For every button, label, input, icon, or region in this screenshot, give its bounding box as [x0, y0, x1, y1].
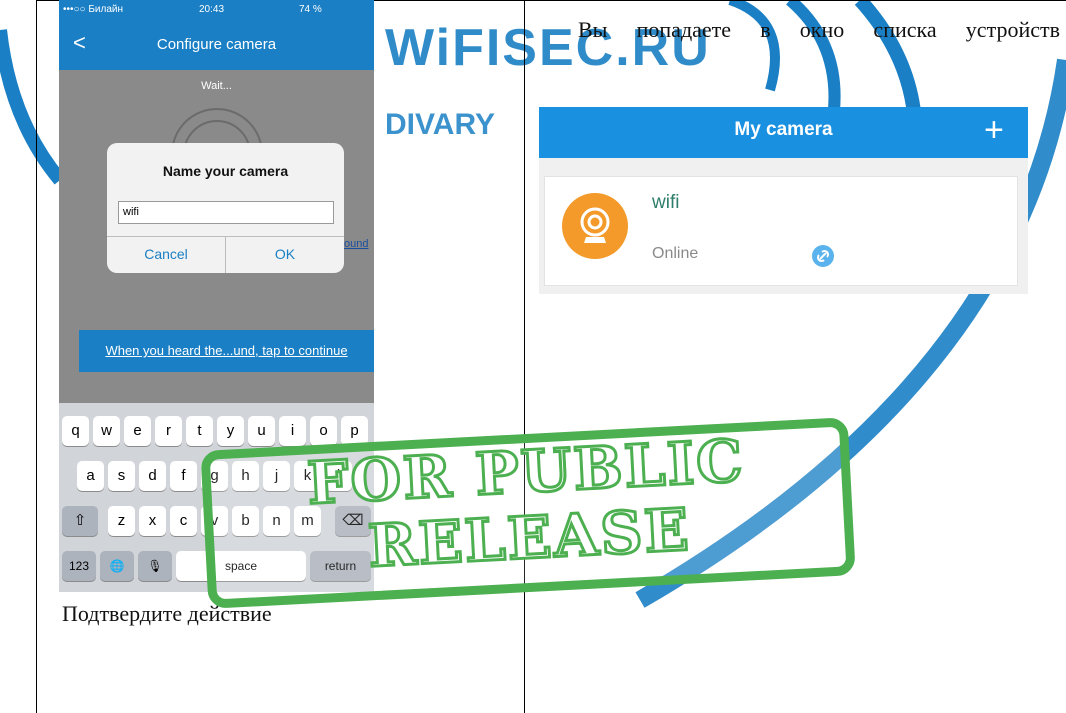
key-u[interactable]: u: [248, 416, 275, 446]
numbers-key[interactable]: 123: [62, 551, 96, 581]
key-o[interactable]: o: [310, 416, 337, 446]
key-c[interactable]: c: [170, 506, 197, 536]
ok-button[interactable]: OK: [226, 236, 344, 273]
camera-avatar-icon: [562, 193, 628, 259]
camera-name: wifi: [652, 192, 680, 213]
release-stamp: FOR PUBLIC RELEASE: [200, 417, 856, 609]
cancel-button[interactable]: Cancel: [107, 236, 225, 273]
key-a[interactable]: a: [77, 461, 104, 491]
right-description-text: Вы попадаете в окно списка устройств: [578, 17, 1060, 42]
key-z[interactable]: z: [108, 506, 135, 536]
key-r[interactable]: r: [155, 416, 182, 446]
key-s[interactable]: s: [108, 461, 135, 491]
key-w[interactable]: w: [93, 416, 120, 446]
status-battery: 74 %: [299, 4, 322, 15]
right-description: Вы попадаете в окно списка устройств: [578, 16, 1060, 44]
key-y[interactable]: y: [217, 416, 244, 446]
status-time: 20:43: [199, 4, 225, 15]
globe-key-icon[interactable]: 🌐: [100, 551, 134, 581]
camera-status: Online: [652, 245, 699, 262]
key-f[interactable]: f: [170, 461, 197, 491]
continue-button[interactable]: When you heard the...und, tap to continu…: [79, 330, 374, 372]
status-bar: •••○○ Билайн 20:43 74 %: [59, 0, 374, 20]
wait-text: Wait...: [201, 80, 232, 92]
add-camera-icon[interactable]: +: [984, 110, 1004, 150]
key-e[interactable]: e: [124, 416, 151, 446]
camera-list-item[interactable]: wifi Online: [544, 176, 1018, 286]
app-header: My camera +: [539, 107, 1028, 158]
mic-key-icon[interactable]: 🎙: [138, 551, 172, 581]
table-border-left: [36, 0, 37, 713]
nav-bar: < Configure camera: [59, 20, 374, 70]
table-border-middle: [524, 0, 525, 713]
link-icon[interactable]: [812, 245, 834, 267]
app-screenshot: My camera + wifi Online: [539, 107, 1028, 294]
key-x[interactable]: x: [139, 506, 166, 536]
dialog-title: Name your camera: [162, 163, 289, 179]
key-d[interactable]: d: [139, 461, 166, 491]
key-i[interactable]: i: [279, 416, 306, 446]
key-t[interactable]: t: [186, 416, 213, 446]
shift-key[interactable]: ⇧: [62, 506, 98, 536]
sound-link[interactable]: ound: [344, 238, 368, 250]
camera-name-input[interactable]: wifi: [118, 201, 334, 224]
app-title: My camera: [734, 119, 833, 140]
watermark-sub: DIVARY: [385, 108, 496, 141]
status-carrier: •••○○ Билайн: [63, 4, 124, 15]
key-q[interactable]: q: [62, 416, 89, 446]
name-camera-dialog: Name your camera wifi Cancel OK: [107, 143, 344, 273]
nav-title: Configure camera: [156, 36, 277, 53]
